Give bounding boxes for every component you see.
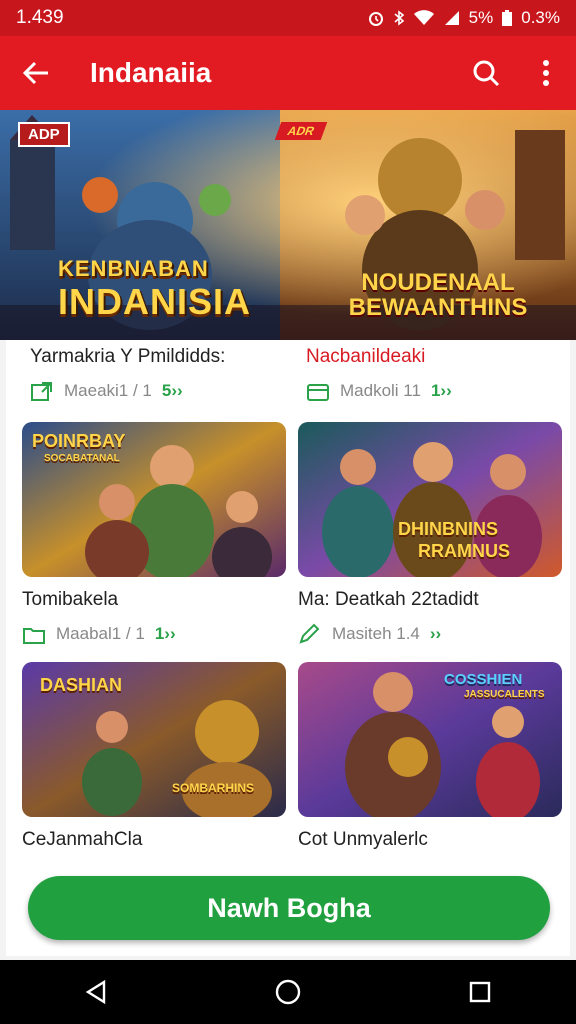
app-bar: Indanaiia [0,36,576,110]
arrow-left-icon [22,61,48,85]
search-icon [473,60,500,87]
game-title: Cot Unmyalerlc [298,829,428,850]
banner-title-right-line1: NOUDENAAL [361,269,515,296]
game-thumbnail[interactable]: DASHIAN SOMBARHINS [22,662,286,817]
status-time: 1.439 [16,7,64,28]
more-options-button[interactable] [516,36,576,110]
game-title: Ma: Deatkah 22tadidt [298,589,479,610]
battery-percent: 5% [468,8,494,27]
game-card[interactable]: POINRBAY SOCABATANAL Tomibakela Maabal1 … [22,422,286,645]
game-meta-text: Maabal1 / 1 [56,624,145,643]
circle-home-icon [275,979,301,1005]
banner-flag: ADR [274,122,328,140]
thumb-subtitle: SOCABATANAL [44,453,120,464]
hero-banner[interactable]: ADP ADR KENBNABAN INDANISIA NOUDENAAL BE… [0,110,576,340]
bluetooth-icon [394,10,404,26]
thumb-subtitle: RRAMNUS [418,541,510,561]
game-meta: Madkoli 11 1›› [306,380,570,402]
folder-icon[interactable] [22,623,46,645]
banner-title-right: NOUDENAAL BEWAANTHINS [338,269,538,322]
game-title: CeJanmahCla [22,829,143,850]
thumb-title: COSSHIEN [444,671,523,688]
square-recents-icon [469,981,491,1003]
banner-title-right-line2: BEWAANTHINS [348,294,528,322]
primary-cta-button[interactable]: Nawh Bogha [28,876,550,940]
thumb-subtitle: SOMBARHINS [172,781,255,795]
search-button[interactable] [456,36,516,110]
share-icon[interactable] [30,380,54,402]
back-button[interactable] [0,36,72,110]
game-meta-chevron[interactable]: 1›› [155,624,176,644]
game-title: Yarmakria Y Pmildidds: [30,346,226,367]
pencil-icon[interactable] [298,623,322,645]
page-title: Indanaiia [90,57,212,88]
game-card[interactable]: DHINBNINS RRAMNUS Ma: Deatkah 22tadidt M… [298,422,562,645]
game-meta-text: Maeaki1 / 1 [64,381,152,400]
game-meta-chevron[interactable]: ›› [430,624,441,644]
game-card[interactable]: DASHIAN SOMBARHINS CeJanmahCla [22,662,286,851]
game-thumbnail[interactable]: POINRBAY SOCABATANAL [22,422,286,577]
nav-recents-button[interactable] [450,962,510,1022]
game-meta-text: Masiteh 1.4 [332,624,420,643]
cell-signal-icon [444,11,459,25]
wifi-icon [413,10,434,25]
game-title: Tomibakela [22,589,119,610]
game-meta: Masiteh 1.4 ›› [298,623,562,645]
triangle-back-icon [85,979,106,1005]
nav-back-button[interactable] [66,962,126,1022]
game-card[interactable]: Nacbanildeaki Madkoli 11 1›› [306,346,570,402]
game-meta: Maabal1 / 1 1›› [22,623,286,645]
banner-logo: ADP [18,122,70,147]
game-title: Nacbanildeaki [306,346,426,367]
battery-icon [502,10,513,26]
thumb-title: DASHIAN [40,675,123,695]
status-icons: 5% 0.3% [367,8,560,28]
game-meta-chevron[interactable]: 1›› [431,381,452,401]
game-card[interactable]: COSSHIEN JASSUCALENTS Cot Unmyalerlc [298,662,562,851]
banner-title-left-line2: INDANISIA [58,281,252,322]
nav-home-button[interactable] [258,962,318,1022]
alarm-icon [368,12,383,26]
status-extra: 0.3% [521,8,560,27]
banner-title-left: KENBNABAN INDANISIA [58,258,251,320]
thumb-title: POINRBAY [32,431,126,451]
more-vert-icon [543,60,549,86]
system-nav-bar [0,960,576,1024]
game-meta-text: Madkoli 11 [340,381,421,400]
status-bar: 1.439 5% 0.3% [0,0,576,36]
game-meta-chevron[interactable]: 5›› [162,381,183,401]
banner-title-left-line1: KENBNABAN [58,256,209,281]
game-meta: Maeaki1 / 1 5›› [30,380,294,402]
game-thumbnail[interactable]: COSSHIEN JASSUCALENTS [298,662,562,817]
wallet-icon[interactable] [306,380,330,402]
thumb-title: DHINBNINS [398,519,499,539]
game-thumbnail[interactable]: DHINBNINS RRAMNUS [298,422,562,577]
game-artwork [298,662,562,817]
game-list[interactable]: Yarmakria Y Pmildidds: Maeaki1 / 1 5›› N… [6,340,570,956]
game-card[interactable]: Yarmakria Y Pmildidds: Maeaki1 / 1 5›› [30,346,294,402]
thumb-subtitle: JASSUCALENTS [464,689,545,700]
